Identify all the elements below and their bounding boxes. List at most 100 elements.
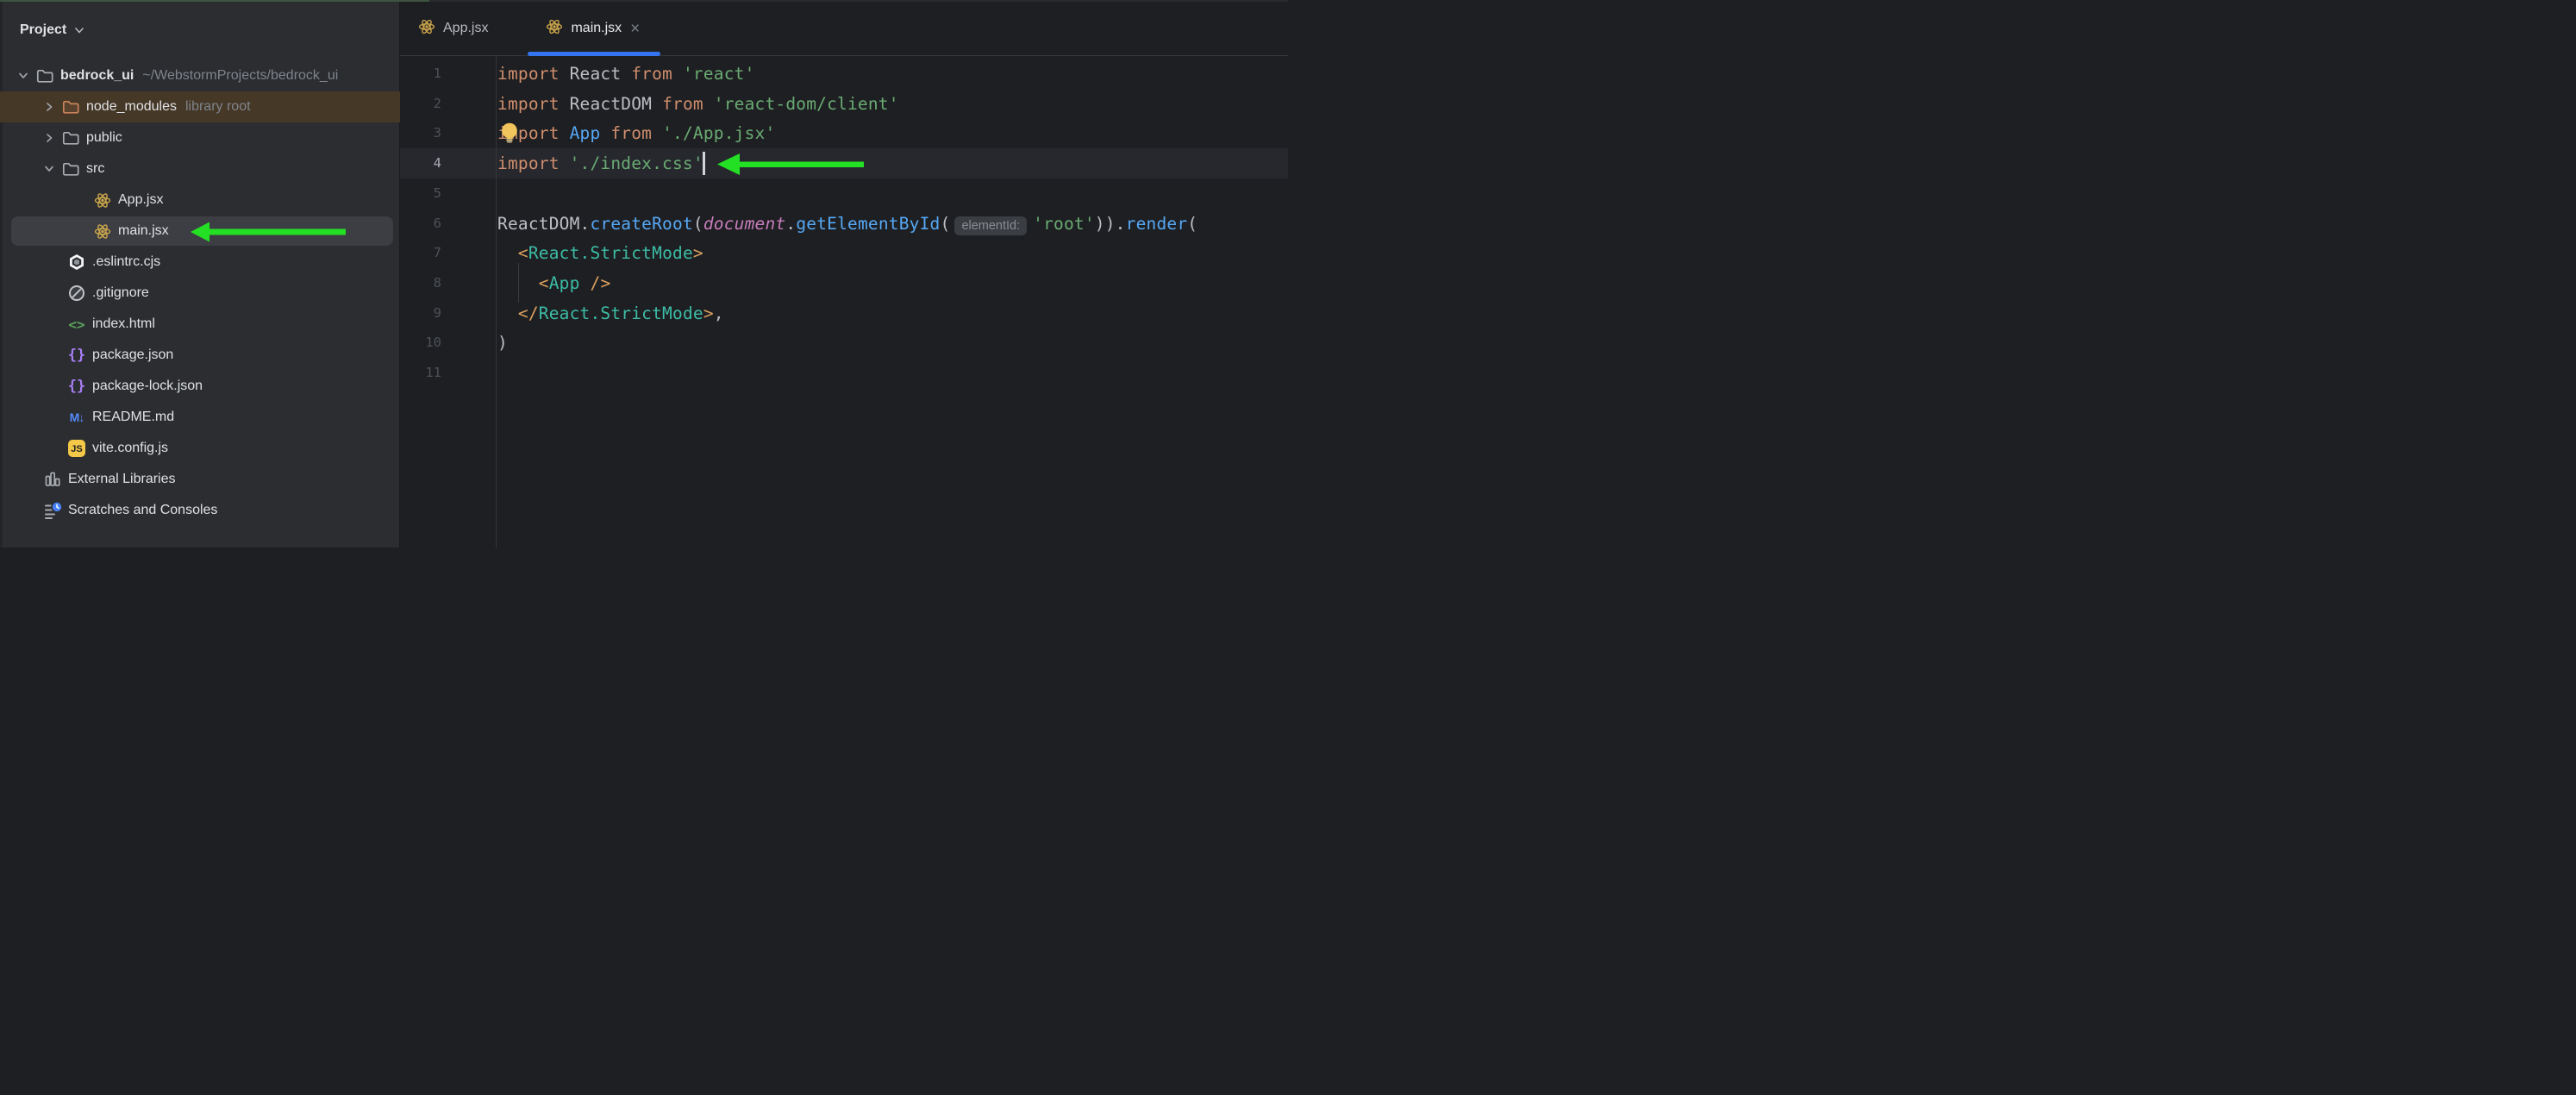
- tree-item-label: .gitignore: [92, 285, 149, 301]
- line-number[interactable]: 6: [400, 209, 441, 239]
- tree-item-gitignore[interactable]: .gitignore: [3, 278, 400, 309]
- line-number[interactable]: 2: [400, 89, 441, 119]
- chevron-right-icon[interactable]: [44, 133, 54, 143]
- tab-main-jsx[interactable]: main.jsx ×: [528, 2, 660, 55]
- close-icon[interactable]: ×: [630, 21, 640, 37]
- line-number[interactable]: 10: [400, 328, 441, 358]
- chevron-down-icon[interactable]: [18, 71, 28, 81]
- text-caret: [703, 152, 705, 175]
- scratches-clock-icon: [43, 501, 62, 520]
- tree-item-label: src: [86, 161, 104, 177]
- code-line-8[interactable]: <App />: [497, 268, 1288, 298]
- code-token: App: [570, 123, 611, 143]
- react-icon: [545, 18, 564, 40]
- indent-guide: [518, 263, 519, 303]
- chevron-down-icon: [74, 25, 84, 35]
- tree-item-node-modules[interactable]: node_modules library root: [3, 91, 400, 122]
- editor-tab-bar: App.jsx main.jsx ×: [400, 2, 1288, 56]
- code-token: from: [610, 123, 662, 143]
- window-top-edge-green: [0, 0, 429, 2]
- tree-item-label: main.jsx: [118, 223, 169, 239]
- tab-app-jsx[interactable]: App.jsx: [400, 2, 509, 55]
- tree-item-package-json[interactable]: {} package.json: [3, 340, 400, 371]
- code-token: <: [518, 243, 528, 263]
- code-token: >: [693, 243, 703, 263]
- tree-item-index-html[interactable]: <> index.html: [3, 309, 400, 340]
- code-token: from: [662, 94, 714, 114]
- intention-lightbulb-icon[interactable]: [499, 122, 520, 150]
- folder-library-icon: [61, 97, 80, 116]
- tree-item-scratches-and-consoles[interactable]: Scratches and Consoles: [3, 495, 400, 526]
- js-file-icon: JS: [67, 439, 86, 458]
- tree-item-vite-config-js[interactable]: JS vite.config.js: [3, 433, 400, 464]
- line-number[interactable]: 8: [400, 268, 441, 298]
- eslint-icon: [67, 253, 86, 272]
- tree-item-eslintrc-cjs[interactable]: .eslintrc.cjs: [3, 247, 400, 278]
- tree-item-label: public: [86, 130, 122, 146]
- code-editor[interactable]: 1 2 3 4 5 6 7 8 9 10 11 import React fro…: [400, 56, 1288, 548]
- line-number[interactable]: 11: [400, 358, 441, 388]
- folder-icon: [61, 128, 80, 147]
- project-tool-window: Project bedrock_ui ~/WebstormProjects/be…: [0, 2, 400, 548]
- code-token: './index.css': [570, 153, 703, 173]
- code-token: React.StrictMode: [539, 303, 703, 323]
- code-line-1[interactable]: import React from 'react': [497, 59, 1288, 89]
- code-line-3[interactable]: import App from './App.jsx': [497, 118, 1288, 148]
- code-token: React.StrictMode: [528, 243, 693, 263]
- code-token: createRoot: [590, 214, 692, 234]
- line-number[interactable]: 5: [400, 178, 441, 209]
- tree-item-label: index.html: [92, 316, 155, 332]
- line-number[interactable]: 7: [400, 238, 441, 268]
- gutter-separator: [496, 56, 497, 548]
- project-tree: bedrock_ui ~/WebstormProjects/bedrock_ui…: [3, 60, 400, 526]
- code-line-6[interactable]: ReactDOM.createRoot(document.getElementB…: [497, 209, 1288, 239]
- project-panel-title: Project: [20, 22, 66, 38]
- code-token: >: [703, 303, 714, 323]
- tree-item-app-jsx[interactable]: App.jsx: [3, 185, 400, 216]
- folder-icon: [61, 160, 80, 178]
- annotation-arrow-main-jsx: [185, 221, 349, 243]
- code-token: .: [785, 214, 796, 234]
- code-token: 'react': [683, 64, 755, 84]
- code-line-4[interactable]: import './index.css': [497, 148, 1288, 178]
- tree-item-bedrock-ui[interactable]: bedrock_ui ~/WebstormProjects/bedrock_ui: [3, 60, 400, 91]
- tree-item-public[interactable]: public: [3, 122, 400, 153]
- project-panel-header[interactable]: Project: [20, 17, 84, 43]
- line-number[interactable]: 3: [400, 118, 441, 148]
- no-entry-icon: [67, 284, 86, 303]
- code-token: 'root': [1033, 214, 1095, 234]
- tree-item-label: node_modules: [86, 99, 177, 115]
- react-icon: [93, 191, 112, 210]
- code-token: App: [549, 273, 580, 293]
- tree-item-label: README.md: [92, 410, 174, 425]
- ide-window: { "project_panel": { "title": "Project",…: [0, 0, 1288, 548]
- chevron-right-icon[interactable]: [44, 102, 54, 112]
- code-token: ,: [714, 303, 724, 323]
- code-token: [497, 243, 518, 263]
- line-number-active[interactable]: 4: [400, 148, 441, 178]
- code-line-2[interactable]: import ReactDOM from 'react-dom/client': [497, 89, 1288, 119]
- tree-item-package-lock-json[interactable]: {} package-lock.json: [3, 371, 400, 402]
- chevron-down-icon[interactable]: [44, 164, 54, 174]
- code-token: (: [1187, 214, 1197, 234]
- tree-item-label: Scratches and Consoles: [68, 503, 217, 518]
- code-token: </: [518, 303, 539, 323]
- tree-item-readme-md[interactable]: M↓ README.md: [3, 402, 400, 433]
- tree-item-external-libraries[interactable]: External Libraries: [3, 464, 400, 495]
- code-token: React: [570, 64, 632, 84]
- tree-item-src[interactable]: src: [3, 153, 400, 185]
- tab-label: main.jsx: [571, 21, 622, 36]
- code-line-10[interactable]: ): [497, 328, 1288, 358]
- line-number[interactable]: 1: [400, 59, 441, 89]
- inlay-hint-parameter-name: elementId:: [954, 216, 1027, 235]
- line-number[interactable]: 9: [400, 298, 441, 328]
- code-line-9[interactable]: </React.StrictMode>,: [497, 298, 1288, 328]
- code-token: './App.jsx': [662, 123, 775, 143]
- tree-item-label: App.jsx: [118, 192, 163, 208]
- libraries-icon: [43, 470, 62, 489]
- code-line-7[interactable]: <React.StrictMode>: [497, 238, 1288, 268]
- tree-item-badge: library root: [185, 99, 251, 115]
- tree-item-label: External Libraries: [68, 472, 176, 487]
- code-token: )).: [1095, 214, 1126, 234]
- code-token: render: [1126, 214, 1188, 234]
